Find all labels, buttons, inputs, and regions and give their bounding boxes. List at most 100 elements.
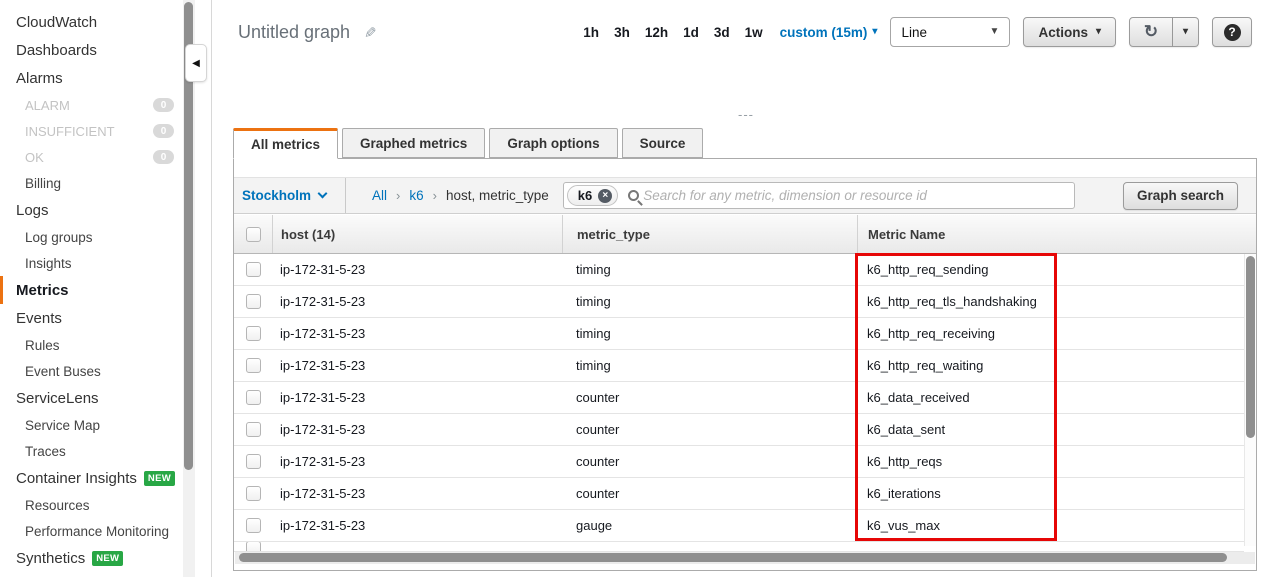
- sidebar-item-billing[interactable]: Billing: [0, 170, 183, 196]
- sidebar-item-alarms[interactable]: Alarms: [0, 64, 183, 92]
- sidebar-item-service-map[interactable]: Service Map: [0, 412, 183, 438]
- sidebar-item-label: Dashboards: [16, 42, 97, 59]
- edit-title-icon[interactable]: ✎: [364, 24, 377, 42]
- sidebar-scrollbar[interactable]: [183, 0, 195, 577]
- row-checkbox[interactable]: [246, 262, 261, 277]
- sidebar-item-label: Performance Monitoring: [25, 524, 169, 539]
- time-range-1h[interactable]: 1h: [583, 25, 599, 40]
- time-range-12h[interactable]: 12h: [645, 25, 668, 40]
- time-range-1w[interactable]: 1w: [745, 25, 763, 40]
- sidebar-item-synthetics[interactable]: SyntheticsNEW: [0, 544, 183, 572]
- row-checkbox-cell: [234, 254, 272, 285]
- row-checkbox[interactable]: [246, 422, 261, 437]
- graph-type-select[interactable]: Line ▼: [890, 17, 1010, 47]
- row-checkbox[interactable]: [246, 294, 261, 309]
- collapse-left-icon: ◀: [192, 58, 200, 69]
- table-row[interactable]: ip-172-31-5-23counterk6_data_received: [234, 382, 1244, 414]
- row-host: ip-172-31-5-23: [272, 446, 562, 477]
- tab-source[interactable]: Source: [622, 128, 704, 158]
- custom-time-range-button[interactable]: custom (15m) ▾: [780, 25, 878, 40]
- sidebar-item-performance-monitoring[interactable]: Performance Monitoring: [0, 518, 183, 544]
- table-horizontal-scrollbar[interactable]: [235, 552, 1255, 564]
- sidebar-item-cloudwatch[interactable]: CloudWatch: [0, 8, 183, 36]
- table-row[interactable]: ip-172-31-5-23timingk6_http_req_sending: [234, 254, 1244, 286]
- tab-graphed-metrics[interactable]: Graphed metrics: [342, 128, 485, 158]
- row-metric-name: k6_http_req_tls_handshaking: [857, 286, 1244, 317]
- chevron-down-icon: [318, 189, 328, 199]
- help-button[interactable]: ?: [1212, 17, 1252, 47]
- horizontal-scrollbar-thumb[interactable]: [239, 553, 1227, 562]
- sidebar-item-event-buses[interactable]: Event Buses: [0, 358, 183, 384]
- actions-button[interactable]: Actions ▾: [1023, 17, 1116, 47]
- remove-tag-icon[interactable]: ×: [598, 189, 612, 203]
- row-checkbox[interactable]: [246, 358, 261, 373]
- time-range-1d[interactable]: 1d: [683, 25, 699, 40]
- table-row[interactable]: ip-172-31-5-23gaugek6_vus_max: [234, 510, 1244, 542]
- metric-search-box[interactable]: k6 ×: [563, 182, 1075, 209]
- row-checkbox-cell: [234, 542, 272, 551]
- sidebar-item-insufficient[interactable]: INSUFFICIENT0: [0, 118, 183, 144]
- sidebar-item-resources[interactable]: Resources: [0, 492, 183, 518]
- region-selector[interactable]: Stockholm: [234, 178, 346, 213]
- search-input[interactable]: [643, 188, 1068, 203]
- graph-search-label: Graph search: [1137, 188, 1224, 203]
- sidebar-item-label: ServiceLens: [16, 390, 99, 407]
- breadcrumb-k6[interactable]: k6: [409, 188, 423, 203]
- row-checkbox[interactable]: [246, 518, 261, 533]
- sidebar-item-canaries[interactable]: Canaries: [0, 572, 183, 577]
- sidebar-item-dashboards[interactable]: Dashboards: [0, 36, 183, 64]
- table-row[interactable]: ip-172-31-5-23counterk6_http_reqs: [234, 446, 1244, 478]
- sidebar-item-servicelens[interactable]: ServiceLens: [0, 384, 183, 412]
- time-range-3d[interactable]: 3d: [714, 25, 730, 40]
- table-row[interactable]: ip-172-31-5-23counterk6_data_sent: [234, 414, 1244, 446]
- graph-search-button[interactable]: Graph search: [1123, 182, 1238, 210]
- row-host: ip-172-31-5-23: [272, 382, 562, 413]
- new-badge: NEW: [144, 471, 175, 486]
- sidebar-item-alarm[interactable]: ALARM0: [0, 92, 183, 118]
- breadcrumb-all[interactable]: All: [372, 188, 387, 203]
- row-checkbox[interactable]: [246, 390, 261, 405]
- sidebar-item-events[interactable]: Events: [0, 304, 183, 332]
- sidebar-item-rules[interactable]: Rules: [0, 332, 183, 358]
- column-header-metric-name[interactable]: Metric Name: [857, 215, 1256, 253]
- table-row[interactable]: ip-172-31-5-23timingk6_http_req_receivin…: [234, 318, 1244, 350]
- select-all-checkbox[interactable]: [246, 227, 261, 242]
- chevron-down-icon: ▾: [872, 27, 877, 37]
- sidebar-item-container-insights[interactable]: Container InsightsNEW: [0, 464, 183, 492]
- sidebar-collapse-button[interactable]: ◀: [185, 44, 207, 82]
- sidebar-item-logs[interactable]: Logs: [0, 196, 183, 224]
- table-vertical-scrollbar[interactable]: [1244, 254, 1256, 546]
- sidebar-item-label: Metrics: [16, 282, 69, 299]
- graph-type-value: Line: [901, 25, 989, 40]
- tab-all-metrics[interactable]: All metrics: [233, 128, 338, 159]
- tab-graph-options[interactable]: Graph options: [489, 128, 617, 158]
- refresh-options-button[interactable]: ▾: [1173, 17, 1199, 47]
- sidebar-item-ok[interactable]: OK0: [0, 144, 183, 170]
- vertical-scrollbar-thumb[interactable]: [1246, 256, 1255, 438]
- sidebar-item-insights[interactable]: Insights: [0, 250, 183, 276]
- sidebar-item-traces[interactable]: Traces: [0, 438, 183, 464]
- column-header-metric-type[interactable]: metric_type: [562, 215, 857, 253]
- row-checkbox[interactable]: [246, 486, 261, 501]
- row-host: ip-172-31-5-23: [272, 510, 562, 541]
- chevron-down-icon: ▾: [1096, 27, 1101, 37]
- row-checkbox-cell: [234, 318, 272, 349]
- table-row[interactable]: ip-172-31-5-23counterk6_iterations: [234, 478, 1244, 510]
- row-host: ip-172-31-5-23: [272, 478, 562, 509]
- sidebar-item-metrics[interactable]: Metrics: [0, 276, 183, 304]
- table-row[interactable]: ip-172-31-5-23timingk6_http_req_tls_hand…: [234, 286, 1244, 318]
- row-checkbox-cell: [234, 414, 272, 445]
- count-badge: 0: [153, 150, 174, 164]
- metrics-panel: Stockholm All›k6›host, metric_type k6 × …: [233, 158, 1257, 571]
- row-metric-name: k6_http_reqs: [857, 446, 1244, 477]
- time-range-3h[interactable]: 3h: [614, 25, 630, 40]
- column-header-host[interactable]: host (14): [272, 215, 562, 253]
- refresh-button[interactable]: ↻: [1129, 17, 1173, 47]
- row-checkbox-cell: [234, 478, 272, 509]
- table-row[interactable]: ip-172-31-5-23timingk6_http_req_waiting: [234, 350, 1244, 382]
- row-metric-type: counter: [562, 414, 857, 445]
- sidebar-item-log-groups[interactable]: Log groups: [0, 224, 183, 250]
- row-checkbox[interactable]: [246, 454, 261, 469]
- row-checkbox[interactable]: [246, 326, 261, 341]
- sidebar-item-label: CloudWatch: [16, 14, 97, 31]
